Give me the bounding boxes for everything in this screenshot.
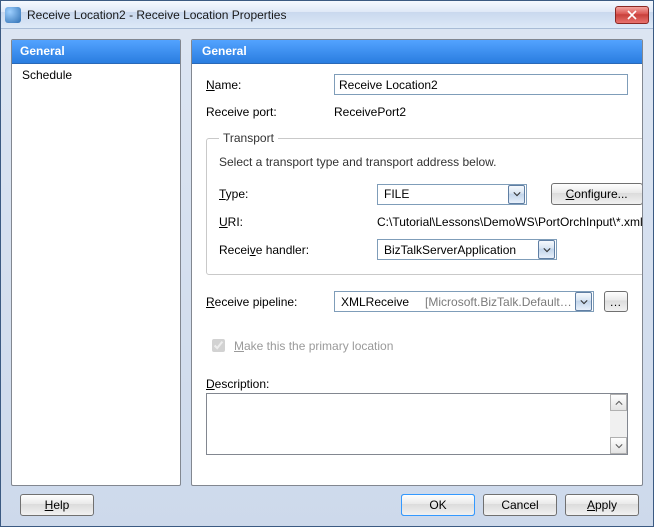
description-scrollbar[interactable] xyxy=(610,394,627,454)
type-label: Type: xyxy=(219,187,367,201)
chevron-down-icon xyxy=(513,191,521,197)
handler-select[interactable]: BizTalkServerApplication xyxy=(377,239,557,260)
chevron-up-icon xyxy=(615,400,623,406)
uri-value: C:\Tutorial\Lessons\DemoWS\PortOrchInput… xyxy=(377,215,642,229)
sidebar-list: Schedule xyxy=(12,64,180,485)
pipeline-assembly: [Microsoft.BizTalk.DefaultPip xyxy=(425,295,575,309)
cancel-button[interactable]: Cancel xyxy=(483,494,557,516)
sidebar-item-label: Schedule xyxy=(22,68,72,82)
primary-location-checkbox-row: Make this the primary location xyxy=(208,336,628,355)
description-box xyxy=(206,393,628,455)
primary-location-checkbox xyxy=(212,339,225,352)
name-input[interactable] xyxy=(334,74,628,95)
chevron-down-icon xyxy=(615,443,623,449)
transport-group: Transport Select a transport type and tr… xyxy=(206,131,642,275)
pipeline-value: XMLReceive xyxy=(335,295,415,309)
primary-location-label: Make this the primary location xyxy=(234,339,393,353)
chevron-down-icon xyxy=(543,247,551,253)
description-label: Description: xyxy=(206,377,628,391)
transport-legend: Transport xyxy=(219,131,278,145)
app-icon xyxy=(5,7,21,23)
client-area: General Schedule General Name: Receive p… xyxy=(1,29,653,526)
scroll-down-button[interactable] xyxy=(610,437,627,454)
pipeline-dropdown-button[interactable] xyxy=(575,292,592,311)
type-value: FILE xyxy=(378,187,508,201)
pipeline-browse-button[interactable]: … xyxy=(604,291,628,312)
dialog-window: Receive Location2 - Receive Location Pro… xyxy=(0,0,654,527)
receive-port-label: Receive port: xyxy=(206,105,324,119)
scroll-up-button[interactable] xyxy=(610,394,627,411)
sidebar-item-schedule[interactable]: Schedule xyxy=(12,66,180,84)
help-button[interactable]: Help xyxy=(20,494,94,516)
type-dropdown-button[interactable] xyxy=(508,185,525,204)
window-title: Receive Location2 - Receive Location Pro… xyxy=(27,8,615,22)
dialog-footer: Help OK Cancel Apply xyxy=(11,494,643,516)
uri-label: URI: xyxy=(219,215,367,229)
category-sidebar: General Schedule xyxy=(11,39,181,486)
type-select[interactable]: FILE xyxy=(377,184,527,205)
handler-dropdown-button[interactable] xyxy=(538,240,555,259)
ellipsis-icon: … xyxy=(610,296,623,308)
name-label: Name: xyxy=(206,78,324,92)
handler-label: Receive handler: xyxy=(219,243,367,257)
chevron-down-icon xyxy=(580,299,588,305)
close-icon xyxy=(627,10,637,20)
handler-value: BizTalkServerApplication xyxy=(378,243,538,257)
sidebar-header: General xyxy=(12,40,180,64)
apply-button[interactable]: Apply xyxy=(565,494,639,516)
pipeline-label: Receive pipeline: xyxy=(206,295,324,309)
description-textarea[interactable] xyxy=(207,394,610,454)
configure-button[interactable]: Configure... xyxy=(551,183,642,205)
content-panel: General Name: Receive port: ReceivePort2… xyxy=(191,39,643,486)
receive-port-value: ReceivePort2 xyxy=(334,105,628,119)
transport-hint: Select a transport type and transport ad… xyxy=(219,155,642,169)
title-bar: Receive Location2 - Receive Location Pro… xyxy=(1,1,653,29)
pipeline-select[interactable]: XMLReceive [Microsoft.BizTalk.DefaultPip xyxy=(334,291,594,312)
ok-button[interactable]: OK xyxy=(401,494,475,516)
content-header: General xyxy=(192,40,642,64)
close-button[interactable] xyxy=(615,6,649,24)
